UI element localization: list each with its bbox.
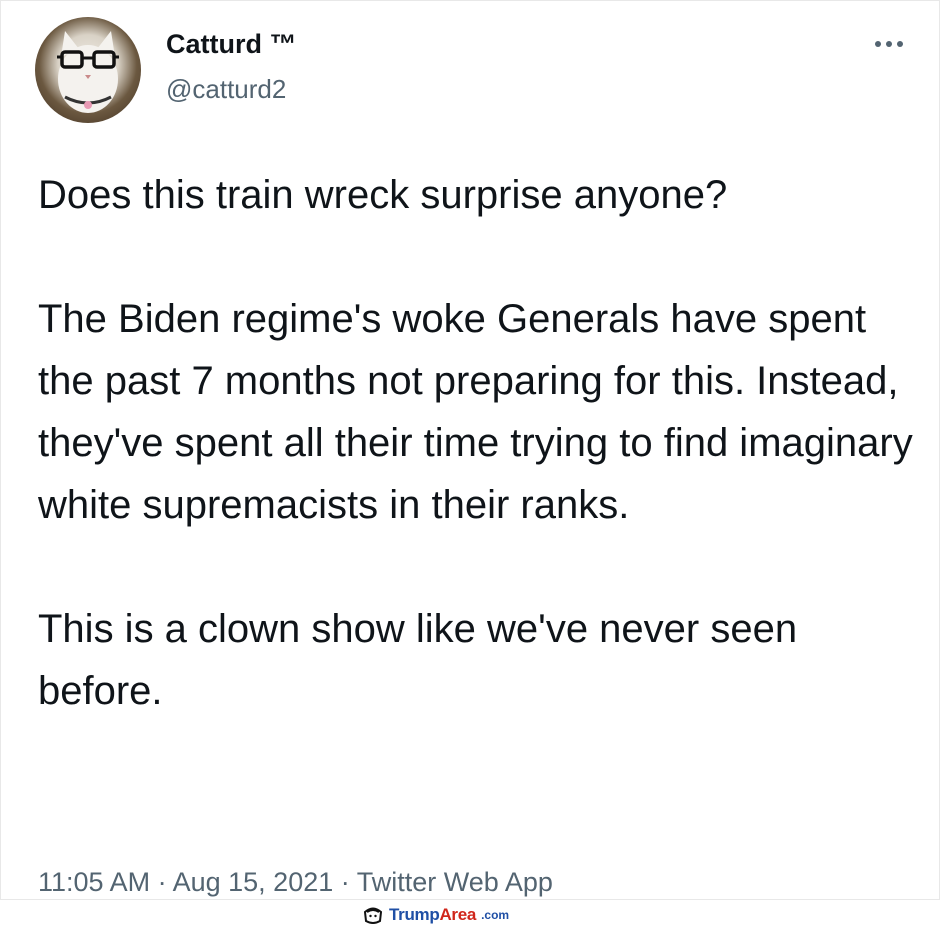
more-options-button[interactable] (869, 29, 909, 59)
watermark-area: Area (439, 905, 477, 924)
avatar[interactable] (35, 17, 141, 123)
watermark-domain: .com (481, 908, 510, 922)
tweet-paragraph: Does this train wreck surprise anyone? (38, 173, 728, 217)
cat-with-glasses-avatar-icon (57, 31, 119, 113)
watermark-trump: Trump (389, 905, 440, 924)
meta-separator: · (150, 867, 173, 897)
display-name[interactable]: Catturd ™ (166, 29, 297, 60)
more-horizontal-icon-dot (875, 41, 881, 47)
user-handle[interactable]: @catturd2 (166, 74, 286, 105)
tweet-card: Catturd ™ @catturd2 Does this train wrec… (0, 0, 940, 900)
tweet-metadata: 11:05 AM · Aug 15, 2021 · Twitter Web Ap… (38, 867, 553, 898)
tweet-source-link[interactable]: Twitter Web App (357, 867, 553, 897)
tweet-paragraph: This is a clown show like we've never se… (38, 607, 798, 713)
more-horizontal-icon-dot (897, 41, 903, 47)
trump-logo-icon (363, 907, 383, 924)
tweet-time: 11:05 AM (38, 867, 151, 897)
tweet-paragraph: The Biden regime's woke Generals have sp… (38, 297, 913, 527)
meta-separator: · (333, 867, 357, 897)
tweet-timestamp-link[interactable]: 11:05 AM · Aug 15, 2021 (38, 867, 333, 897)
tweet-text: Does this train wreck surprise anyone? T… (38, 164, 918, 722)
watermark-brand: TrumpArea (389, 905, 476, 925)
more-horizontal-icon-dot (886, 41, 892, 47)
tweet-date: Aug 15, 2021 (172, 867, 334, 897)
site-watermark: TrumpArea .com (362, 903, 509, 927)
